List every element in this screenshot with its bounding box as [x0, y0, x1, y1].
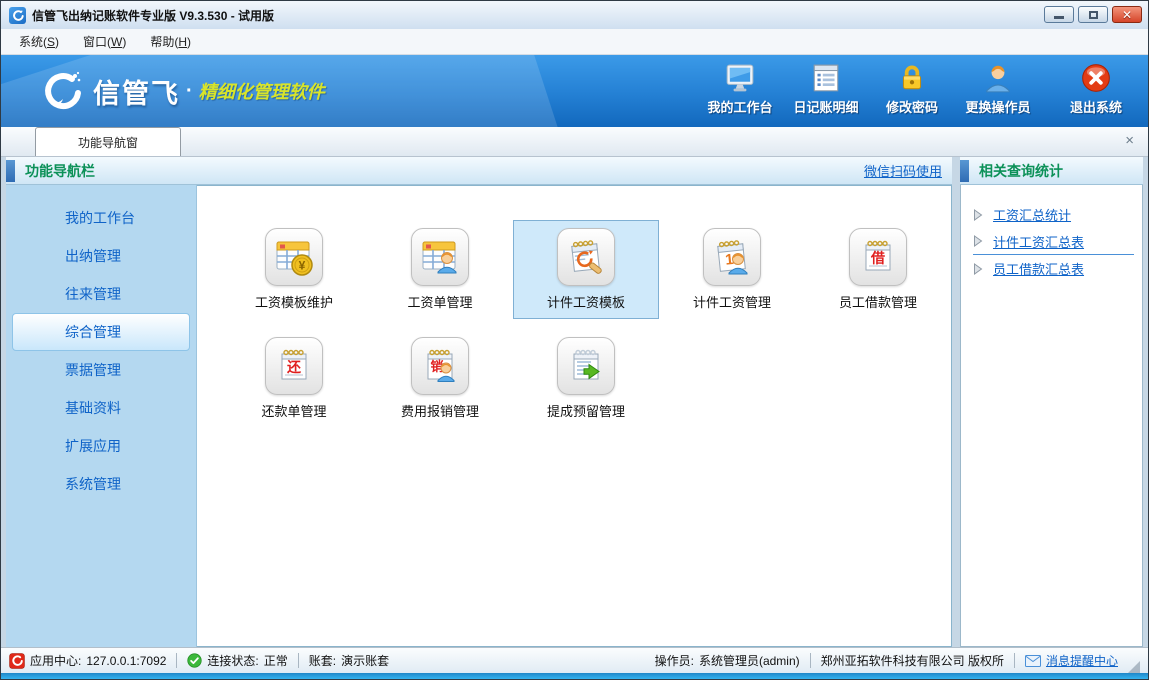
tab-close-icon[interactable]: × [1125, 133, 1134, 148]
maximize-icon [1089, 11, 1098, 19]
stats-panel-title: 相关查询统计 [979, 161, 1063, 181]
app-payroll-manage[interactable]: 工资单管理 [367, 220, 513, 319]
sidebar-item-base-data[interactable]: 基础资料 [12, 389, 190, 427]
sidebar-item-contacts[interactable]: 往来管理 [12, 275, 190, 313]
nav-panel-title: 功能导航栏 [25, 161, 95, 181]
content-area: 功能导航栏 微信扫码使用 我的工作台 出纳管理 往来管理 综合管理 票据管理 基… [1, 157, 1148, 647]
brand-slogan: 精细化管理软件 [199, 78, 325, 104]
nav-panel-header: 功能导航栏 微信扫码使用 [6, 157, 952, 185]
navigation-pane: 功能导航栏 微信扫码使用 我的工作台 出纳管理 往来管理 综合管理 票据管理 基… [6, 157, 952, 647]
message-center[interactable]: 消息提醒中心 [1025, 652, 1118, 669]
app-piecework-template[interactable]: 计件工资模板 [513, 220, 659, 319]
svg-text:¥: ¥ [299, 259, 306, 273]
status-separator [810, 653, 811, 668]
menu-bar: 系统(S) 窗口(W) 帮助(H) [1, 29, 1148, 55]
app-grid: ¥ 工资模板维护 [197, 185, 952, 647]
triangle-bullet-icon [973, 235, 983, 247]
close-button[interactable]: ✕ [1112, 6, 1142, 23]
toolbar-journal-detail[interactable]: 日记账明细 [788, 62, 864, 120]
repayment-icon: 还 [272, 344, 316, 388]
sidebar-item-bills[interactable]: 票据管理 [12, 351, 190, 389]
title-bar: 信管飞出纳记账软件专业版 V9.3.530 - 试用版 ✕ [1, 1, 1148, 29]
stat-piecework-summary[interactable]: 计件工资汇总表 [973, 228, 1134, 255]
brand-logo-icon [39, 69, 83, 113]
triangle-bullet-icon [973, 263, 983, 275]
menu-window[interactable]: 窗口(W) [71, 29, 138, 54]
menu-help[interactable]: 帮助(H) [138, 29, 203, 54]
stat-salary-summary[interactable]: 工资汇总统计 [973, 201, 1134, 228]
resize-grip[interactable] [1128, 661, 1140, 673]
stat-loan-summary[interactable]: 员工借款汇总表 [973, 255, 1134, 282]
switch-operator-icon [982, 62, 1014, 94]
app-logo-icon [9, 7, 26, 24]
close-icon: ✕ [1122, 9, 1132, 21]
sidebar-item-extensions[interactable]: 扩展应用 [12, 427, 190, 465]
app-center-status: 应用中心: 127.0.0.1:7092 [9, 652, 166, 669]
svg-text:借: 借 [870, 250, 885, 266]
payroll-sheet-icon [418, 235, 462, 279]
status-separator [1014, 653, 1015, 668]
toolbar-change-password[interactable]: 修改密码 [874, 62, 950, 120]
brand-dot: · [186, 80, 193, 103]
sidebar-item-system[interactable]: 系统管理 [12, 465, 190, 503]
app-piecework-manage[interactable]: 1 计件工资管理 [659, 220, 805, 319]
stats-pane: 相关查询统计 工资汇总统计 计件工资汇总表 员工借款汇总表 [960, 157, 1143, 647]
maximize-button[interactable] [1078, 6, 1108, 23]
account-book-status: 账套: 演示账套 [309, 652, 389, 669]
svg-text:还: 还 [286, 359, 302, 375]
header-accent-bar [960, 160, 969, 182]
status-separator [176, 653, 177, 668]
sidebar: 我的工作台 出纳管理 往来管理 综合管理 票据管理 基础资料 扩展应用 系统管理 [6, 185, 197, 647]
toolbar-switch-operator[interactable]: 更换操作员 [960, 62, 1036, 120]
header-banner: 信管飞 · 精细化管理软件 我的工作台 [1, 55, 1148, 127]
minimize-icon [1054, 16, 1064, 19]
banner-toolbar: 我的工作台 日记账明细 修改密码 [702, 62, 1134, 120]
exit-system-icon [1080, 62, 1112, 94]
piecework-manage-icon: 1 [710, 235, 754, 279]
brand-name: 信管飞 [93, 72, 180, 111]
envelope-icon [1025, 655, 1041, 667]
copyright-text: 郑州亚拓软件科技有限公司 版权所 [821, 652, 1004, 669]
app-window: 信管飞出纳记账软件专业版 V9.3.530 - 试用版 ✕ 系统(S) 窗口(W… [0, 0, 1149, 680]
employee-loan-icon: 借 [856, 235, 900, 279]
window-bottom-edge [1, 673, 1148, 679]
operator-status: 操作员: 系统管理员(admin) [655, 652, 800, 669]
app-salary-template[interactable]: ¥ 工资模板维护 [221, 220, 367, 319]
sidebar-item-cashier[interactable]: 出纳管理 [12, 237, 190, 275]
commission-reserve-icon [564, 344, 608, 388]
header-accent-bar [6, 160, 15, 182]
wechat-scan-link[interactable]: 微信扫码使用 [864, 161, 942, 180]
stats-panel-header: 相关查询统计 [960, 157, 1143, 185]
connection-ok-icon [187, 653, 202, 668]
piecework-template-icon [564, 235, 608, 279]
app-expense-reimburse[interactable]: 销 费用报销管理 [367, 329, 513, 428]
workbench-monitor-icon [724, 62, 756, 94]
sidebar-item-comprehensive[interactable]: 综合管理 [12, 313, 190, 351]
sidebar-item-my-workbench[interactable]: 我的工作台 [12, 199, 190, 237]
brand-block: 信管飞 · 精细化管理软件 [39, 69, 325, 113]
app-center-icon [9, 653, 25, 669]
toolbar-exit-system[interactable]: 退出系统 [1058, 62, 1134, 120]
app-commission-reserve[interactable]: 提成预留管理 [513, 329, 659, 428]
app-repayment-manage[interactable]: 还 还款单管理 [221, 329, 367, 428]
password-lock-icon [896, 62, 928, 94]
tab-strip: 功能导航窗 × [1, 127, 1148, 157]
salary-template-icon: ¥ [272, 235, 316, 279]
triangle-bullet-icon [973, 209, 983, 221]
minimize-button[interactable] [1044, 6, 1074, 23]
stats-list: 工资汇总统计 计件工资汇总表 员工借款汇总表 [960, 185, 1143, 647]
window-title: 信管飞出纳记账软件专业版 V9.3.530 - 试用版 [32, 7, 274, 24]
menu-system[interactable]: 系统(S) [7, 29, 71, 54]
app-employee-loan[interactable]: 借 员工借款管理 [805, 220, 951, 319]
journal-ledger-icon [810, 62, 842, 94]
status-separator [298, 653, 299, 668]
tab-function-navigator[interactable]: 功能导航窗 [35, 127, 181, 156]
toolbar-my-workbench[interactable]: 我的工作台 [702, 62, 778, 120]
status-bar: 应用中心: 127.0.0.1:7092 连接状态: 正常 账套: 演示账套 操… [1, 647, 1148, 673]
expense-reimburse-icon: 销 [418, 344, 462, 388]
connection-status: 连接状态: 正常 [187, 652, 287, 669]
